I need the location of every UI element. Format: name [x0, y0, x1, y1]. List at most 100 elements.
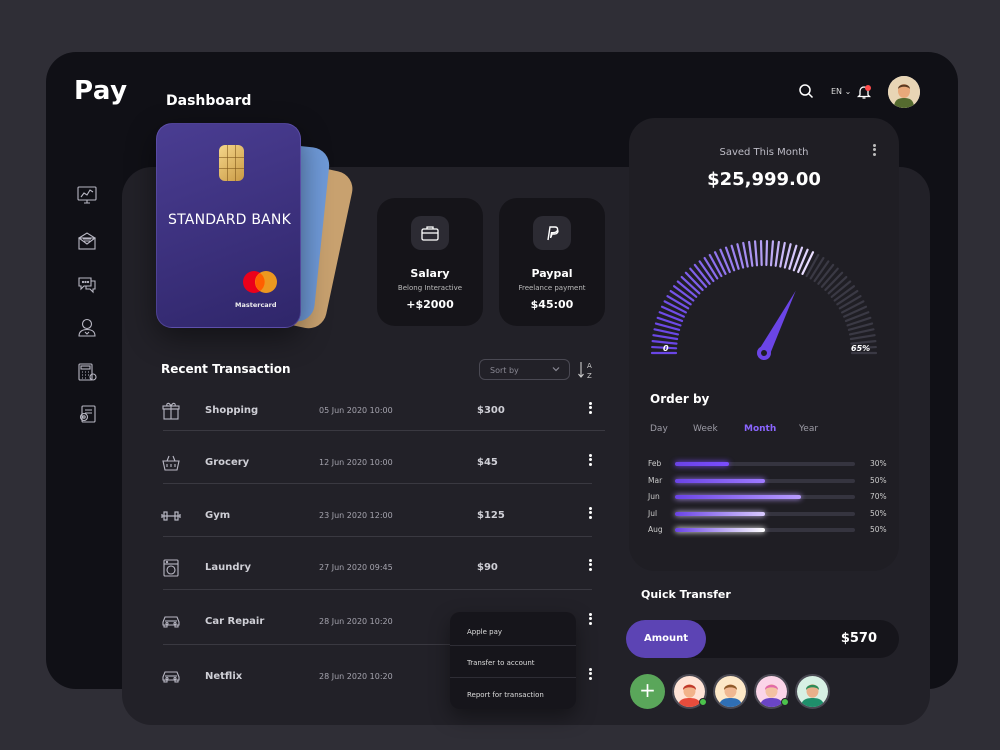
menu-item-transfer[interactable]: Transfer to account	[450, 646, 576, 678]
divider	[163, 589, 592, 590]
more-vertical-icon[interactable]	[587, 505, 593, 521]
online-status-dot	[781, 698, 789, 706]
divider	[163, 430, 605, 431]
gauge-tick	[779, 241, 786, 268]
gauge-tick	[774, 240, 780, 267]
transaction-name: Car Repair	[205, 616, 265, 627]
order-row-track	[675, 528, 855, 532]
menu-item-report[interactable]: Report for transaction	[450, 678, 576, 710]
contact-avatar[interactable]	[713, 674, 748, 709]
transaction-row[interactable]: Grocery 12 Jun 2020 10:00 $45	[160, 448, 605, 500]
gauge-tick	[669, 289, 692, 306]
order-row-label: Mar	[648, 475, 663, 485]
transaction-name: Laundry	[205, 562, 251, 573]
chat-icon[interactable]	[76, 273, 98, 295]
order-row: Aug 50%	[648, 525, 893, 537]
more-vertical-icon[interactable]	[587, 400, 593, 416]
tile-amount: $45:00	[530, 298, 574, 311]
gauge-tick	[666, 295, 690, 310]
gauge-tick	[759, 239, 763, 267]
language-selector[interactable]: EN ⌄	[831, 87, 851, 96]
user-icon[interactable]	[76, 316, 98, 338]
chevron-down-icon	[552, 367, 560, 372]
sort-az-icon[interactable]: A Z	[577, 360, 595, 380]
order-row-label: Jul	[648, 508, 658, 518]
order-row-label: Feb	[648, 459, 662, 468]
more-vertical-icon[interactable]	[587, 557, 593, 573]
order-row-label: Aug	[648, 525, 663, 534]
tile-subtitle: Belong Interactive	[397, 284, 463, 292]
car-icon	[162, 671, 180, 683]
calculator-icon[interactable]	[76, 361, 98, 383]
more-vertical-icon[interactable]	[587, 452, 593, 468]
divider	[163, 644, 450, 645]
order-row-track	[675, 511, 855, 516]
basket-icon	[162, 455, 180, 471]
sort-select[interactable]: Sort by	[479, 359, 570, 380]
gauge-tick	[840, 300, 865, 314]
order-row-percent: 50%	[870, 525, 887, 534]
transaction-date: 27 Jun 2020 09:45	[319, 563, 393, 572]
order-row: Jun 70%	[648, 492, 893, 504]
order-row: Mar 50%	[648, 476, 893, 488]
analytics-icon[interactable]	[76, 184, 98, 206]
divider	[163, 483, 592, 484]
transactions-title: Recent Transaction	[161, 362, 291, 376]
more-vertical-icon[interactable]	[587, 666, 593, 682]
settings-document-icon[interactable]	[76, 403, 98, 425]
transaction-date: 12 Jun 2020 10:00	[319, 458, 393, 467]
gauge-tick	[805, 253, 820, 278]
more-vertical-icon[interactable]	[587, 611, 593, 627]
transaction-date: 28 Jun 2020 10:20	[319, 672, 393, 681]
tab-year[interactable]: Year	[799, 424, 818, 434]
add-contact-button[interactable]: +	[630, 674, 665, 709]
menu-item-apple-pay[interactable]: Apple pay	[450, 615, 576, 647]
savings-label: Saved This Month	[719, 147, 809, 158]
income-tile-paypal[interactable]: Paypal Freelance payment $45:00	[499, 198, 605, 326]
gauge-tick	[836, 289, 859, 306]
gauge-tick	[849, 334, 876, 341]
gauge-tick	[753, 240, 759, 267]
transaction-row[interactable]: Shopping 05 Jun 2020 10:00 $300	[160, 396, 605, 448]
gauge-needle	[758, 290, 796, 356]
online-status-dot	[699, 698, 707, 706]
savings-gauge	[650, 239, 878, 360]
transaction-name: Shopping	[205, 405, 259, 416]
transaction-name: Gym	[205, 510, 231, 521]
washing-machine-icon	[163, 559, 179, 577]
amount-button[interactable]: Amount	[626, 620, 706, 658]
gauge-tick	[663, 300, 688, 314]
tab-day[interactable]: Day	[650, 424, 668, 434]
transfer-amount-value[interactable]: $570	[841, 631, 877, 646]
car-icon	[162, 616, 180, 628]
tab-month[interactable]: Month	[744, 424, 776, 434]
gauge-max-label: 65%	[851, 344, 871, 353]
mail-icon[interactable]	[76, 230, 98, 252]
transaction-name: Netflix	[205, 671, 243, 682]
bank-card[interactable]: STANDARD BANK Mastercard	[156, 123, 301, 328]
more-vertical-icon[interactable]	[871, 143, 877, 157]
transaction-row[interactable]: Laundry 27 Jun 2020 09:45 $90	[160, 553, 605, 605]
avatar[interactable]	[888, 76, 920, 108]
order-row-fill	[675, 528, 765, 532]
transaction-amount: $90	[477, 562, 498, 573]
contact-avatar[interactable]	[795, 674, 830, 709]
gauge-tick	[653, 328, 680, 336]
gift-icon	[162, 402, 180, 420]
order-row-track	[675, 495, 855, 499]
briefcase-icon	[411, 216, 449, 250]
notification-dot	[865, 85, 871, 91]
app-logo[interactable]: Pay	[74, 76, 128, 106]
transaction-amount: $300	[477, 405, 505, 416]
quick-transfer-title: Quick Transfer	[641, 588, 731, 601]
tile-subtitle: Freelance payment	[518, 284, 586, 292]
transaction-row[interactable]: Gym 23 Jun 2020 12:00 $125	[160, 501, 605, 553]
divider	[163, 536, 592, 537]
gauge-tick	[708, 253, 723, 278]
order-row-percent: 50%	[870, 508, 887, 518]
language-label: EN	[831, 87, 843, 96]
order-row-track	[675, 462, 855, 466]
income-tile-salary[interactable]: Salary Belong Interactive +$2000	[377, 198, 483, 326]
tab-week[interactable]: Week	[693, 424, 718, 434]
search-icon[interactable]	[798, 83, 814, 99]
